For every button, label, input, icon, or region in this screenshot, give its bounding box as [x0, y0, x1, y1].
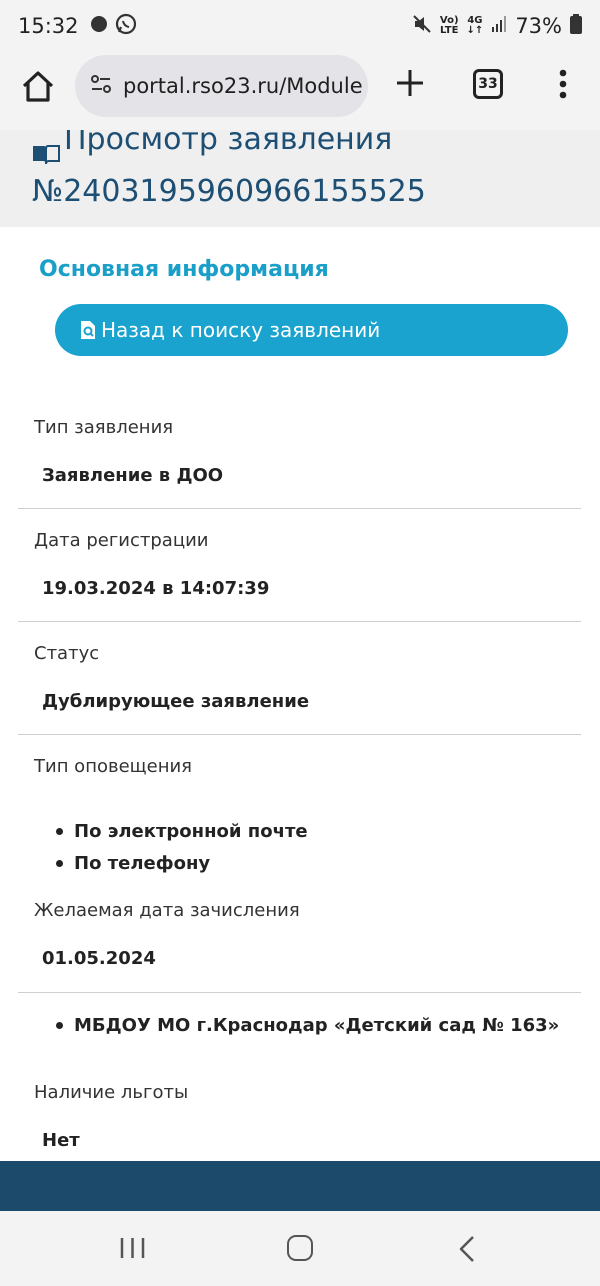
back-to-search-button[interactable]: Назад к поиску заявлений — [55, 304, 568, 356]
notification-type-list: По электронной почте По телефону — [56, 815, 308, 879]
whatsapp-icon — [115, 13, 137, 40]
recent-apps-icon[interactable] — [119, 1237, 146, 1259]
home-nav-icon[interactable] — [287, 1235, 313, 1261]
page-footer — [0, 1161, 600, 1211]
tab-count: 33 — [478, 76, 498, 92]
list-item: По электронной почте — [56, 815, 308, 847]
bullet-dot — [56, 1021, 63, 1029]
system-nav-bar — [0, 1211, 600, 1286]
bullet-dot — [56, 827, 63, 835]
volte-bottom: LTE — [440, 25, 459, 36]
desired-date-label: Желаемая дата зачисления — [34, 900, 300, 921]
signal-icon — [491, 14, 507, 38]
page-title-line1: Просмотр заявления — [64, 130, 393, 157]
list-item: По телефону — [56, 847, 308, 879]
back-nav-icon[interactable] — [458, 1235, 476, 1263]
address-bar[interactable]: portal.rso23.ru/Module — [75, 55, 368, 117]
registration-date-label: Дата регистрации — [34, 530, 209, 551]
back-to-search-label: Назад к поиску заявлений — [101, 318, 381, 342]
status-value: Дублирующее заявление — [42, 691, 310, 712]
url-text: portal.rso23.ru/Module — [123, 74, 363, 98]
notification-item-email: По электронной почте — [74, 820, 308, 842]
notification-type-label: Тип оповещения — [34, 756, 192, 777]
network-gen: 4G ↓↑ — [466, 15, 484, 36]
more-menu-icon[interactable] — [555, 67, 571, 101]
desired-date-value: 01.05.2024 — [42, 948, 156, 969]
list-item: МБДОУ МО г.Краснодар «Детский сад № 163» — [56, 1009, 559, 1041]
divider — [18, 621, 581, 622]
notification-icon — [89, 14, 109, 39]
page-title: Просмотр заявления №2403195960966155525 — [32, 130, 592, 218]
home-icon[interactable] — [20, 69, 56, 105]
divider — [18, 734, 581, 735]
search-doc-icon — [79, 320, 97, 340]
battery-icon — [570, 13, 582, 39]
site-settings-icon[interactable] — [89, 73, 113, 99]
new-tab-icon[interactable] — [393, 66, 427, 100]
notification-item-phone: По телефону — [74, 852, 211, 874]
application-type-label: Тип заявления — [34, 417, 174, 438]
divider — [18, 992, 581, 993]
mute-icon — [412, 14, 432, 39]
book-icon — [32, 130, 60, 164]
benefit-value: Нет — [42, 1130, 80, 1151]
status-bar: 15:32 Vo) LTE 4G ↓↑ 73% — [0, 0, 600, 52]
benefit-label: Наличие льготы — [34, 1082, 189, 1103]
page-header: Просмотр заявления №2403195960966155525 — [0, 130, 600, 227]
clock: 15:32 — [18, 14, 79, 38]
battery-level: 73% — [515, 14, 562, 38]
tab-switcher-button[interactable]: 33 — [473, 69, 503, 99]
volte-indicator: Vo) LTE — [440, 16, 459, 36]
network-gen-label: 4G — [467, 15, 483, 26]
organization-item: МБДОУ МО г.Краснодар «Детский сад № 163» — [74, 1014, 560, 1036]
divider — [18, 508, 581, 509]
organization-list: МБДОУ МО г.Краснодар «Детский сад № 163» — [56, 1009, 559, 1041]
status-label: Статус — [34, 643, 100, 664]
main-content: Основная информация Назад к поиску заявл… — [0, 227, 600, 1161]
page-title-line2: №2403195960966155525 — [32, 174, 426, 209]
section-title: Основная информация — [39, 257, 329, 282]
application-type-value: Заявление в ДОО — [42, 465, 224, 486]
registration-date-value: 19.03.2024 в 14:07:39 — [42, 578, 270, 599]
browser-toolbar: portal.rso23.ru/Module 33 — [0, 52, 600, 130]
bullet-dot — [56, 859, 63, 867]
